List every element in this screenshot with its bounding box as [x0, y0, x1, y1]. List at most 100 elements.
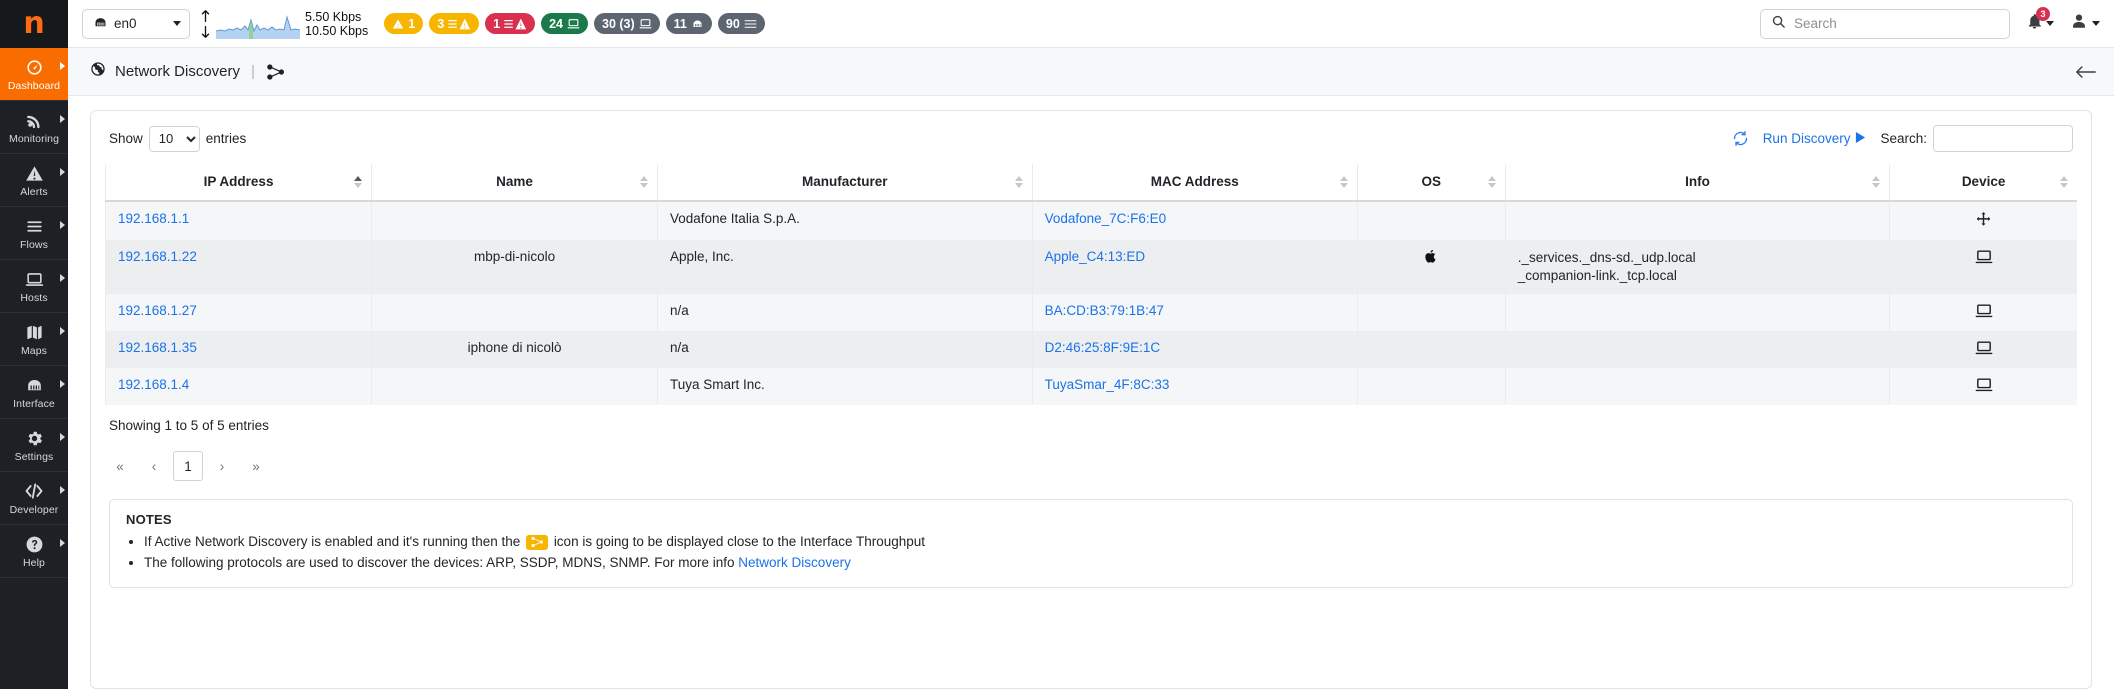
cell-ip-address[interactable]: 192.168.1.4 [104, 368, 372, 405]
sidebar-item-interface[interactable]: Interface [0, 366, 68, 419]
flows-icon [744, 18, 757, 30]
cell-ip-address[interactable]: 192.168.1.22 [104, 240, 372, 294]
cell-device [1889, 201, 2077, 240]
main-area: en0 5.50 Kbps 10.50 Kbps 1 3 1 24 30 (3)… [68, 0, 2114, 689]
column-header-mac-address[interactable]: MAC Address [1031, 164, 1358, 202]
cell-ip-address[interactable]: 192.168.1.27 [104, 294, 372, 331]
status-badge-alerts[interactable]: 1 [384, 13, 424, 34]
mac-address-link[interactable]: Apple_C4:13:ED [1045, 249, 1146, 264]
ip-address-link[interactable]: 192.168.1.4 [118, 377, 189, 392]
ip-address-link[interactable]: 192.168.1.1 [118, 211, 189, 226]
page-length-select[interactable]: 102550100 [148, 125, 200, 152]
mac-address-link[interactable]: TuyaSmar_4F:8C:33 [1045, 377, 1170, 392]
device-name: mbp-di-nicolo [474, 249, 556, 264]
global-search[interactable] [1760, 8, 2010, 39]
pagination-next[interactable]: › [207, 451, 237, 481]
os-icon [1370, 249, 1493, 267]
status-badge-flow-alerts-critical[interactable]: 1 [485, 13, 536, 34]
cell-os [1356, 331, 1506, 368]
device-icon [567, 18, 580, 30]
cell-manufacturer: Tuya Smart Inc. [657, 368, 1033, 405]
status-badge-flow-alerts-warning[interactable]: 3 [429, 13, 480, 34]
throughput-widget[interactable]: 5.50 Kbps 10.50 Kbps [200, 9, 368, 39]
sidebar-item-help[interactable]: Help [0, 525, 68, 578]
ip-address-link[interactable]: 192.168.1.27 [118, 303, 197, 318]
chevron-down-icon [2092, 21, 2100, 26]
flows-icon [25, 216, 44, 236]
pagination-first[interactable]: « [105, 451, 135, 481]
mac-address-link[interactable]: Vodafone_7C:F6:E0 [1045, 211, 1167, 226]
search-input[interactable] [1794, 16, 1999, 31]
status-badge-total-hosts[interactable]: 30 (3) [594, 13, 660, 34]
table-search-input[interactable] [1933, 125, 2073, 152]
ip-address-link[interactable]: 192.168.1.35 [118, 340, 197, 355]
sidebar-item-monitoring[interactable]: Monitoring [0, 101, 68, 154]
column-header-info[interactable]: Info [1504, 164, 1890, 202]
notifications-button[interactable]: 3 [2026, 6, 2054, 35]
cell-mac-address[interactable]: BA:CD:B3:79:1B:47 [1031, 294, 1358, 331]
cell-mac-address[interactable]: D2:46:25:8F:9E:1C [1031, 331, 1358, 368]
sidebar-item-label: Settings [14, 451, 54, 463]
column-label: OS [1421, 174, 1442, 189]
column-header-manufacturer[interactable]: Manufacturer [657, 164, 1033, 202]
status-badge-interfaces[interactable]: 11 [665, 13, 712, 34]
sidebar-item-flows[interactable]: Flows [0, 207, 68, 260]
refresh-icon[interactable] [1732, 130, 1749, 147]
sidebar-item-alerts[interactable]: Alerts [0, 154, 68, 207]
status-badge-active-hosts[interactable]: 24 [541, 13, 589, 34]
cell-ip-address[interactable]: 192.168.1.35 [104, 331, 372, 368]
column-header-ip-address[interactable]: IP Address [104, 164, 372, 202]
status-badges: 1 3 1 24 30 (3) 11 90 [384, 13, 765, 34]
manufacturer-value: n/a [670, 340, 689, 355]
cell-device [1889, 294, 2077, 331]
user-menu[interactable] [2070, 12, 2100, 35]
sidebar-item-label: Dashboard [7, 80, 61, 92]
badge-value: 30 (3) [602, 16, 635, 31]
table-toolbar: Show 102550100 entries Run Discovery [105, 125, 2077, 152]
cell-name: iphone di nicolò [371, 331, 658, 368]
ip-address-link[interactable]: 192.168.1.22 [118, 249, 197, 264]
cell-os [1356, 294, 1506, 331]
chevron-right-icon [60, 539, 65, 547]
table-row: 192.168.1.27 n/a BA:CD:B3:79:1B:47 [104, 294, 2077, 331]
app-logo[interactable]: n [0, 0, 68, 48]
sidebar-item-maps[interactable]: Maps [0, 313, 68, 366]
column-label: Name [496, 174, 533, 189]
column-header-os[interactable]: OS [1356, 164, 1506, 202]
manufacturer-value: Tuya Smart Inc. [670, 377, 765, 392]
status-badge-flows[interactable]: 90 [717, 13, 765, 34]
network-discovery-icon[interactable] [266, 62, 286, 82]
hosts-icon [25, 269, 44, 289]
sidebar-item-settings[interactable]: Settings [0, 419, 68, 472]
back-button[interactable] [2076, 64, 2096, 80]
mac-address-link[interactable]: D2:46:25:8F:9E:1C [1045, 340, 1161, 355]
manufacturer-value: Vodafone Italia S.p.A. [670, 211, 800, 226]
network-discovery-link[interactable]: Network Discovery [738, 555, 851, 570]
pagination-page-1[interactable]: 1 [173, 451, 203, 481]
mac-address-link[interactable]: BA:CD:B3:79:1B:47 [1045, 303, 1164, 318]
table-row: 192.168.1.1 Vodafone Italia S.p.A. Vodafon… [104, 201, 2077, 240]
interface-selector[interactable]: en0 [82, 8, 190, 39]
cell-mac-address[interactable]: Apple_C4:13:ED [1031, 240, 1358, 294]
column-header-device[interactable]: Device [1889, 164, 2077, 202]
note-item-2: The following protocols are used to disc… [144, 552, 2056, 573]
column-header-name[interactable]: Name [371, 164, 658, 202]
sidebar-item-label: Developer [9, 504, 59, 516]
sidebar-item-dashboard[interactable]: Dashboard [0, 48, 68, 101]
sidebar-item-hosts[interactable]: Hosts [0, 260, 68, 313]
monitoring-icon [25, 110, 44, 130]
help-icon [25, 534, 44, 554]
showing-entries-text: Showing 1 to 5 of 5 entries [109, 418, 269, 433]
workstation-icon [1902, 377, 2065, 396]
pagination-last[interactable]: » [241, 451, 271, 481]
run-discovery-button[interactable]: Run Discovery [1763, 131, 1867, 146]
cell-info [1504, 201, 1890, 240]
workstation-icon [1902, 249, 2065, 268]
sidebar-item-developer[interactable]: Developer [0, 472, 68, 525]
toolbar-right: Run Discovery Search: [1732, 125, 2073, 152]
cell-ip-address[interactable]: 192.168.1.1 [104, 201, 372, 240]
pagination-prev[interactable]: ‹ [139, 451, 169, 481]
cell-mac-address[interactable]: TuyaSmar_4F:8C:33 [1031, 368, 1358, 405]
cell-mac-address[interactable]: Vodafone_7C:F6:E0 [1031, 201, 1358, 240]
table-body: 192.168.1.1 Vodafone Italia S.p.A. Vodafon… [104, 201, 2077, 405]
